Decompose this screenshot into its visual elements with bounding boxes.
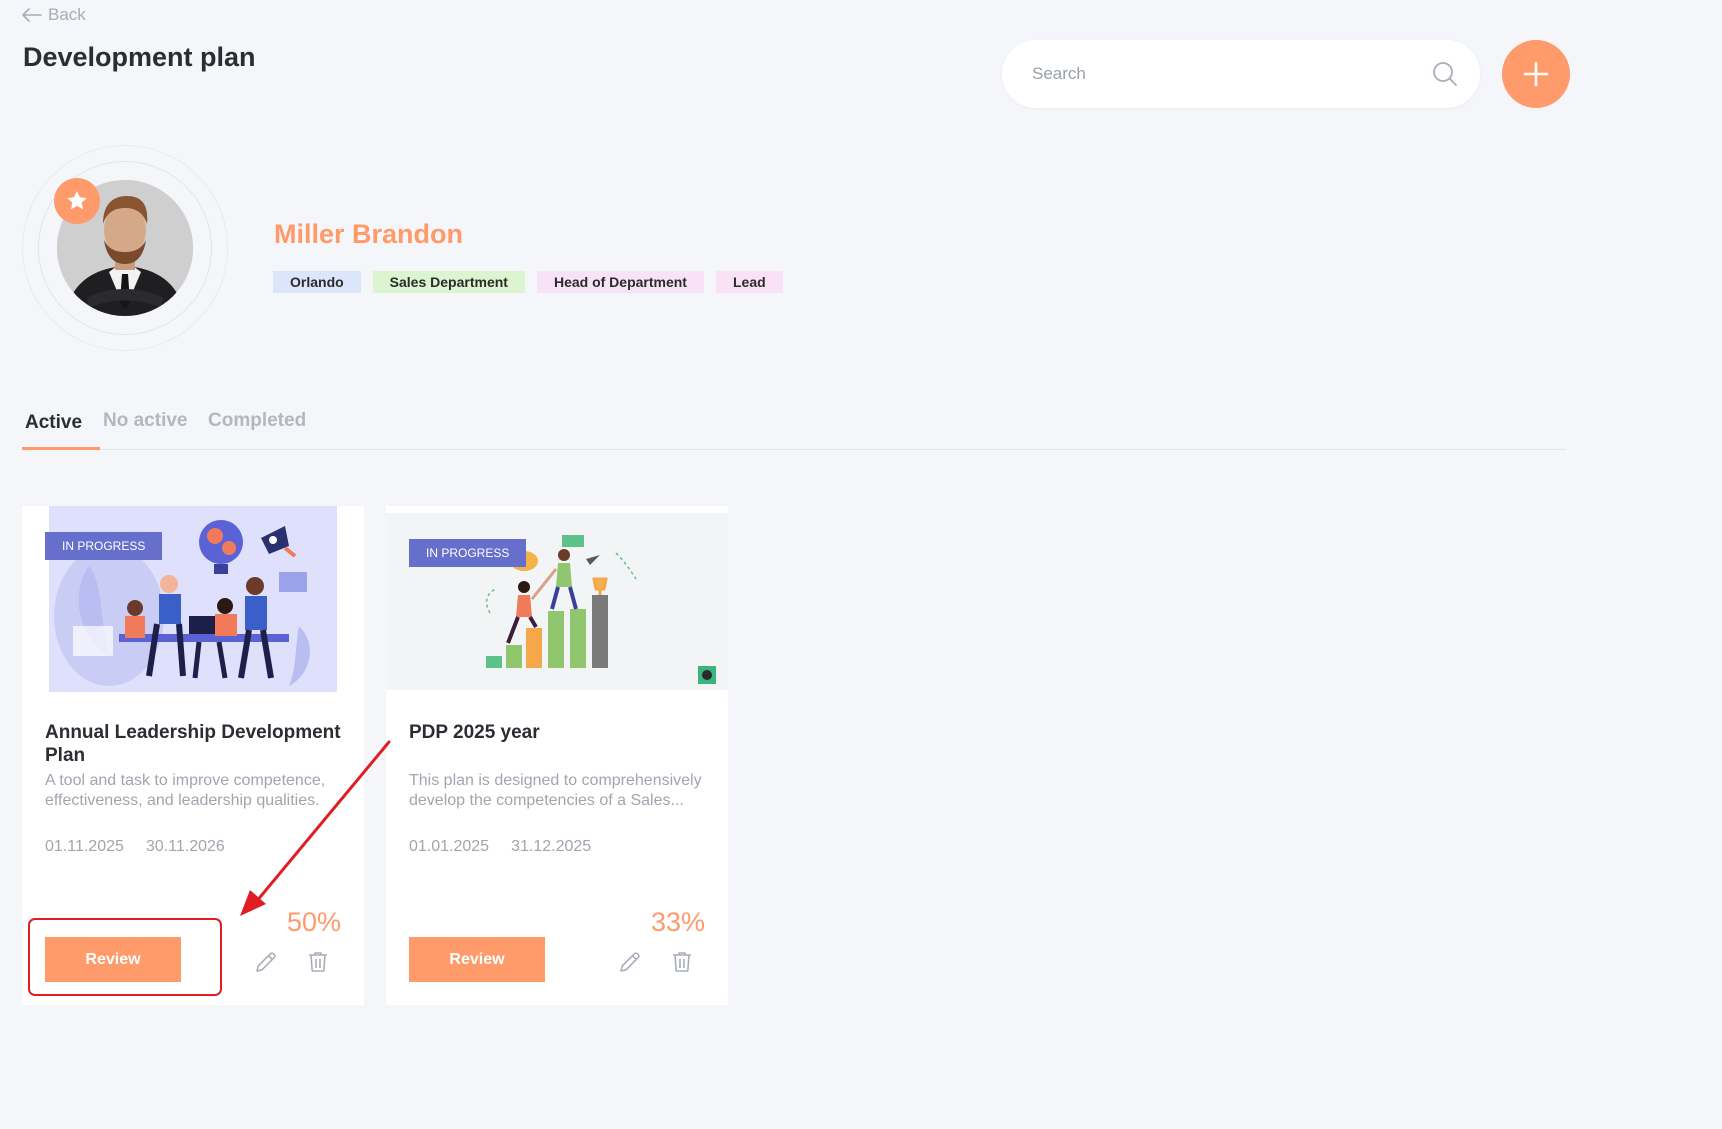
tag-location: Orlando (273, 271, 361, 293)
card-title: Annual Leadership Development Plan (45, 722, 341, 766)
card-title: PDP 2025 year (409, 722, 540, 743)
tag-position: Head of Department (536, 271, 704, 293)
profile-tags: Orlando Sales Department Head of Departm… (273, 271, 783, 293)
card-description: A tool and task to improve competence, e… (45, 772, 326, 809)
tab-no-active[interactable]: No active (103, 410, 187, 432)
tab-active-indicator (22, 447, 100, 450)
status-badge: IN PROGRESS (45, 532, 163, 560)
arrow-left-icon (22, 8, 42, 22)
progress-percent: 33% (650, 907, 705, 937)
card-dates: 01.01.2025 31.12.2025 (409, 838, 591, 856)
tag-department: Sales Department (372, 271, 525, 293)
trash-icon[interactable] (306, 950, 330, 974)
tab-active[interactable]: Active (25, 412, 82, 434)
tab-completed[interactable]: Completed (208, 410, 306, 432)
start-date: 01.01.2025 (409, 838, 490, 855)
back-link[interactable]: Back (22, 5, 86, 25)
card-illustration: IN PROGRESS (22, 506, 364, 692)
card-dates: 01.11.2025 30.11.2026 (45, 838, 225, 856)
star-badge (54, 178, 100, 224)
back-label: Back (48, 5, 86, 24)
star-icon (67, 191, 87, 210)
pencil-icon[interactable] (254, 950, 278, 974)
progress-percent: 50% (286, 907, 341, 937)
trash-icon[interactable] (670, 950, 694, 974)
tag-role: Lead (715, 271, 783, 293)
card-illustration: IN PROGRESS (386, 513, 728, 690)
profile-name: Miller Brandon (274, 219, 464, 249)
annotation-highlight-box (28, 918, 222, 996)
end-date: 30.11.2026 (145, 838, 225, 855)
search-icon[interactable] (1432, 61, 1458, 87)
status-badge: IN PROGRESS (409, 539, 527, 567)
page-title: Development plan (23, 42, 256, 72)
pencil-icon[interactable] (618, 950, 642, 974)
search-box[interactable] (1002, 40, 1480, 108)
end-date: 31.12.2025 (511, 838, 592, 855)
start-date: 01.11.2025 (45, 838, 124, 855)
plus-icon (1523, 61, 1549, 87)
review-button[interactable]: Review (409, 937, 545, 982)
tab-bar: Active No active Completed (22, 400, 1566, 450)
plan-card[interactable]: IN PROGRESS PDP 2025 year This plan is d… (386, 506, 728, 1005)
card-description: This plan is designed to comprehensively… (409, 772, 702, 809)
search-input[interactable] (1032, 40, 1412, 108)
add-plan-button[interactable] (1502, 40, 1570, 108)
